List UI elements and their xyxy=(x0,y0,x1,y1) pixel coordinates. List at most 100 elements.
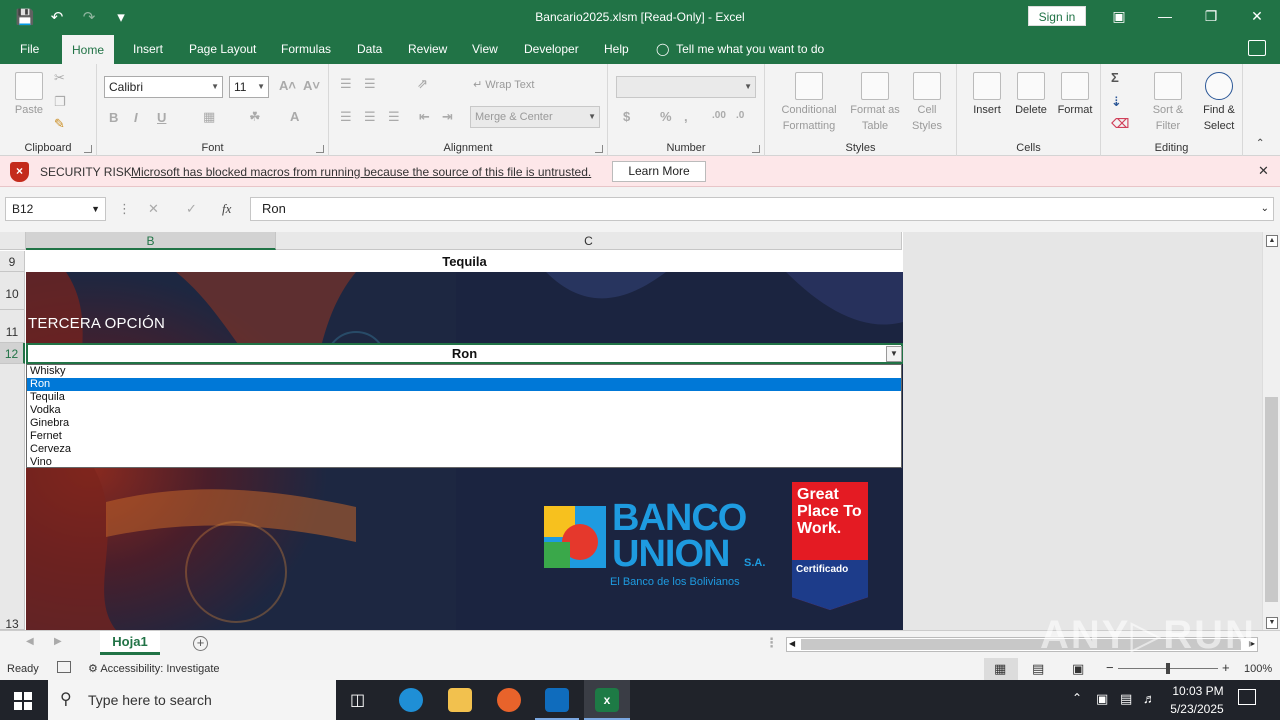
format-as-table-button[interactable]: Format as Table xyxy=(847,72,903,134)
format-painter-icon[interactable]: ✎ xyxy=(54,116,65,132)
bold-button[interactable]: B xyxy=(109,110,118,125)
tab-data[interactable]: Data xyxy=(357,34,382,64)
dropdown-option-ron[interactable]: Ron xyxy=(27,378,901,391)
windows-start-icon[interactable] xyxy=(14,692,32,710)
restore-button[interactable]: ❐ xyxy=(1196,4,1226,28)
close-button[interactable]: ✕ xyxy=(1242,4,1272,28)
close-icon[interactable]: ✕ xyxy=(1258,163,1269,179)
cancel-icon[interactable]: ✕ xyxy=(148,201,159,217)
clipboard-launcher-icon[interactable] xyxy=(84,145,92,153)
sort-filter-button[interactable]: Sort & Filter xyxy=(1145,72,1191,134)
zoom-in-icon[interactable]: + xyxy=(1222,660,1230,675)
merge-center-button[interactable]: Merge & Center ▼ xyxy=(470,106,600,128)
learn-more-button[interactable]: Learn More xyxy=(612,161,706,182)
collapse-ribbon-icon[interactable]: ⌃ xyxy=(1256,138,1264,149)
notification-icon[interactable] xyxy=(1238,689,1256,705)
font-family-select[interactable]: Calibri ▼ xyxy=(104,76,223,98)
network-icon[interactable]: ▤ xyxy=(1120,691,1132,707)
tab-view[interactable]: View xyxy=(472,34,498,64)
dropdown-option-vodka[interactable]: Vodka xyxy=(27,404,901,417)
tab-home[interactable]: Home xyxy=(62,34,115,64)
fill-icon[interactable]: ⇣ xyxy=(1111,94,1122,110)
row-header-13[interactable]: 13 xyxy=(0,364,25,630)
customize-qat-icon[interactable]: ▾ xyxy=(110,6,132,28)
excel-taskbar-item[interactable]: x xyxy=(584,680,630,720)
comments-icon[interactable] xyxy=(1248,40,1266,56)
tab-review[interactable]: Review xyxy=(408,34,447,64)
font-launcher-icon[interactable] xyxy=(316,145,324,153)
file-explorer-icon[interactable] xyxy=(448,688,472,712)
enter-icon[interactable]: ✓ xyxy=(186,201,197,217)
redo-icon[interactable]: ↷ xyxy=(78,6,100,28)
wrap-text-button[interactable]: ↵ Wrap Text xyxy=(473,78,534,91)
increase-font-icon[interactable]: A˄ xyxy=(279,78,296,93)
conditional-formatting-button[interactable]: Conditional Formatting xyxy=(775,72,843,134)
dropdown-option-cerveza[interactable]: Cerveza xyxy=(27,443,901,456)
sheet-tab-hoja1[interactable]: Hoja1 xyxy=(100,631,160,655)
macro-record-icon[interactable] xyxy=(57,661,71,673)
tray-expand-icon[interactable]: ⌃ xyxy=(1072,691,1082,705)
cut-icon[interactable]: ✂ xyxy=(54,70,65,86)
alignment-launcher-icon[interactable] xyxy=(595,145,603,153)
borders-icon[interactable]: ▦ xyxy=(203,109,215,125)
percent-icon[interactable]: % xyxy=(660,109,672,124)
cell-styles-button[interactable]: Cell Styles xyxy=(907,72,947,134)
column-header-b[interactable]: B xyxy=(26,232,276,250)
font-color-icon[interactable]: A xyxy=(290,109,299,124)
scroll-up-icon[interactable]: ▲ xyxy=(1266,235,1278,247)
increase-decimal-icon[interactable]: .00 xyxy=(712,110,726,121)
number-launcher-icon[interactable] xyxy=(752,145,760,153)
italic-button[interactable]: I xyxy=(134,110,138,125)
vertical-scrollbar[interactable]: ▲ ▼ xyxy=(1262,232,1280,630)
column-header-c[interactable]: C xyxy=(276,232,902,250)
insert-cells-button[interactable]: Insert xyxy=(967,72,1007,116)
tab-help[interactable]: Help xyxy=(604,34,629,64)
underline-button[interactable]: U xyxy=(157,110,166,125)
paste-button[interactable]: Paste xyxy=(10,72,48,116)
currency-icon[interactable]: $ xyxy=(623,109,630,124)
validation-dropdown-list[interactable]: Whisky Ron Tequila Vodka Ginebra Fernet … xyxy=(26,364,902,468)
orientation-icon[interactable]: ⇗ xyxy=(417,76,428,92)
next-sheet-icon[interactable]: ▶ xyxy=(54,636,62,647)
tab-page-layout[interactable]: Page Layout xyxy=(189,34,256,64)
tab-insert[interactable]: Insert xyxy=(133,34,163,64)
increase-indent-icon[interactable]: ⇥ xyxy=(442,109,453,125)
decrease-indent-icon[interactable]: ⇤ xyxy=(419,109,430,125)
normal-view-button[interactable]: ▦ xyxy=(984,658,1018,680)
tab-formulas[interactable]: Formulas xyxy=(281,34,331,64)
tab-developer[interactable]: Developer xyxy=(524,34,579,64)
zoom-level[interactable]: 100% xyxy=(1244,663,1272,675)
format-cells-button[interactable]: Format xyxy=(1053,72,1097,116)
align-left-icon[interactable]: ☰ xyxy=(340,109,352,125)
worksheet-grid[interactable]: B C 9 10 11 12 13 BANCO UNION S.A. El Ba… xyxy=(0,232,1262,630)
page-break-view-icon[interactable]: ▣ xyxy=(1072,661,1084,677)
prev-sheet-icon[interactable]: ◀ xyxy=(26,636,34,647)
zoom-out-icon[interactable]: − xyxy=(1106,660,1114,675)
clock-time[interactable]: 10:03 PM xyxy=(1168,684,1228,698)
tell-me-search[interactable]: ◯ Tell me what you want to do xyxy=(656,34,824,64)
middle-align-icon[interactable]: ☰ xyxy=(364,76,376,92)
find-select-button[interactable]: Find & Select xyxy=(1197,72,1241,134)
dropdown-option-tequila[interactable]: Tequila xyxy=(27,391,901,404)
undo-icon[interactable]: ↶ xyxy=(46,6,68,28)
outlook-taskbar-item[interactable] xyxy=(535,680,579,720)
name-box[interactable]: B12 ▼ xyxy=(5,197,106,221)
row-header-10[interactable]: 10 xyxy=(0,272,25,310)
cell-b12-selected[interactable]: Ron xyxy=(26,343,903,364)
select-all-corner[interactable] xyxy=(0,232,26,250)
number-format-select[interactable]: ▼ xyxy=(616,76,756,98)
scroll-down-icon[interactable]: ▼ xyxy=(1266,617,1278,629)
zoom-slider-thumb[interactable] xyxy=(1166,663,1170,674)
fill-color-icon[interactable]: ☘ xyxy=(249,109,261,125)
tab-split-handle-icon[interactable]: ⋮ xyxy=(765,635,778,651)
decrease-decimal-icon[interactable]: .0 xyxy=(736,110,744,121)
vertical-scroll-thumb[interactable] xyxy=(1265,397,1278,602)
comma-style-icon[interactable]: , xyxy=(684,109,688,124)
row-header-11[interactable]: 11 xyxy=(0,310,25,343)
dropdown-option-ginebra[interactable]: Ginebra xyxy=(27,417,901,430)
clear-icon[interactable]: ⌫ xyxy=(1111,116,1129,132)
security-message-link[interactable]: Microsoft has blocked macros from runnin… xyxy=(131,165,591,179)
sign-in-button[interactable]: Sign in xyxy=(1028,6,1086,26)
top-align-icon[interactable]: ☰ xyxy=(340,76,352,92)
new-sheet-icon[interactable]: + xyxy=(193,636,208,651)
